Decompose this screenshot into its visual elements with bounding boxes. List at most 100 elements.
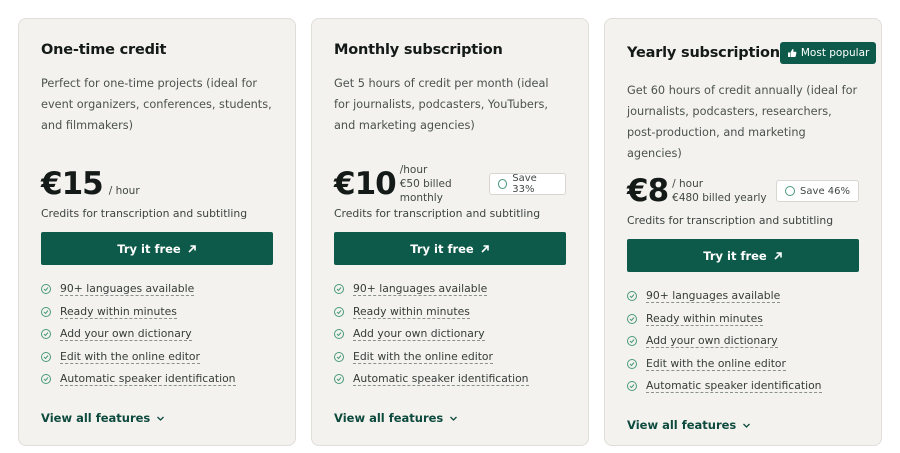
feature-label[interactable]: Add your own dictionary — [646, 334, 778, 349]
card-description: Perfect for one-time projects (ideal for… — [41, 77, 272, 132]
pricing-card-yearly: Yearly subscription Most popular Get 60 … — [604, 18, 882, 446]
price-amount: €15 — [41, 166, 104, 202]
feature-label[interactable]: Edit with the online editor — [353, 350, 493, 364]
feature-item: Automatic speaker identification — [41, 368, 273, 391]
card-description: Get 60 hours of credit annually (ideal f… — [627, 84, 858, 160]
save-label: Save 33% — [512, 173, 537, 195]
price-period: / hour — [672, 178, 704, 190]
check-circle-icon — [627, 381, 637, 392]
feature-list: 90+ languages available Ready within min… — [41, 278, 273, 391]
try-free-label: Try it free — [117, 241, 181, 256]
feature-item: 90+ languages available — [627, 285, 859, 308]
billing-note: €50 billed monthly — [399, 178, 452, 204]
billing-note: €480 billed yearly — [672, 192, 767, 204]
card-header: Yearly subscription Most popular — [627, 42, 877, 64]
arrow-up-right-icon — [774, 251, 782, 260]
chevron-down-icon — [157, 416, 165, 421]
feature-label[interactable]: Automatic speaker identification — [60, 372, 236, 387]
feature-item: Edit with the online editor — [41, 346, 273, 369]
feature-item: Automatic speaker identification — [627, 375, 859, 398]
chevron-down-icon — [743, 423, 751, 428]
check-circle-icon — [334, 374, 344, 385]
check-circle-icon — [41, 306, 51, 317]
card-header: Monthly subscription — [334, 39, 566, 61]
feature-item: Edit with the online editor — [627, 353, 859, 376]
feature-label[interactable]: Add your own dictionary — [353, 327, 485, 342]
view-all-label: View all features — [334, 411, 444, 425]
feature-label[interactable]: Ready within minutes — [60, 305, 177, 319]
feature-label[interactable]: Add your own dictionary — [60, 327, 192, 342]
credits-note: Credits for transcription and subtitling — [334, 207, 541, 220]
check-circle-icon — [41, 374, 51, 385]
feature-label[interactable]: Ready within minutes — [646, 312, 763, 326]
save-badge: Save 46% — [776, 180, 859, 202]
save-label: Save 46% — [800, 185, 850, 197]
view-all-features-link[interactable]: View all features — [627, 418, 751, 432]
price-period: / hour — [108, 185, 140, 197]
check-circle-icon — [41, 329, 51, 340]
check-circle-icon — [334, 306, 344, 317]
feature-item: 90+ languages available — [41, 278, 273, 301]
card-title: One-time credit — [41, 42, 167, 58]
pricing-card-one-time: One-time credit Perfect for one-time pro… — [18, 18, 296, 446]
coin-icon — [785, 186, 796, 196]
credits-note: Credits for transcription and subtitling — [41, 207, 248, 220]
feature-label[interactable]: Automatic speaker identification — [646, 379, 822, 394]
check-circle-icon — [334, 284, 344, 295]
most-popular-badge: Most popular — [779, 42, 877, 64]
credits-note: Credits for transcription and subtitling — [627, 214, 834, 227]
try-free-button[interactable]: Try it free — [627, 239, 859, 272]
check-circle-icon — [627, 313, 637, 324]
chevron-down-icon — [450, 416, 458, 421]
view-all-features-link[interactable]: View all features — [334, 411, 458, 425]
check-circle-icon — [627, 358, 637, 369]
feature-item: Add your own dictionary — [627, 330, 859, 353]
price-amount: €10 — [334, 166, 397, 202]
check-circle-icon — [627, 336, 637, 347]
feature-label[interactable]: Automatic speaker identification — [353, 372, 529, 387]
arrow-up-right-icon — [481, 244, 489, 253]
feature-label[interactable]: Edit with the online editor — [646, 357, 786, 371]
price-row: €10 /hour €50 billed monthly Save 33% — [334, 164, 566, 204]
card-title: Monthly subscription — [334, 42, 503, 58]
view-all-label: View all features — [627, 418, 737, 432]
feature-list: 90+ languages available Ready within min… — [627, 285, 859, 398]
price-period: /hour — [399, 164, 428, 176]
view-all-label: View all features — [41, 411, 151, 425]
card-header: One-time credit — [41, 39, 273, 61]
feature-item: Add your own dictionary — [41, 323, 273, 346]
thumbs-up-icon — [787, 49, 797, 57]
feature-item: Add your own dictionary — [334, 323, 566, 346]
feature-item: Automatic speaker identification — [334, 368, 566, 391]
feature-label[interactable]: Edit with the online editor — [60, 350, 200, 364]
card-description: Get 5 hours of credit per month (ideal f… — [334, 77, 549, 132]
view-all-features-link[interactable]: View all features — [41, 411, 165, 425]
feature-label[interactable]: 90+ languages available — [646, 289, 781, 304]
check-circle-icon — [41, 284, 51, 295]
price-row: €8 / hour €480 billed yearly Save 46% — [627, 171, 859, 211]
try-free-button[interactable]: Try it free — [41, 232, 273, 265]
price-row: €15 / hour — [41, 164, 273, 204]
feature-label[interactable]: 90+ languages available — [60, 282, 195, 297]
feature-label[interactable]: 90+ languages available — [353, 282, 488, 297]
check-circle-icon — [41, 351, 51, 362]
most-popular-label: Most popular — [800, 47, 870, 59]
try-free-label: Try it free — [410, 241, 474, 256]
try-free-label: Try it free — [703, 248, 767, 263]
feature-item: Ready within minutes — [627, 308, 859, 331]
save-badge: Save 33% — [489, 173, 566, 195]
check-circle-icon — [627, 291, 637, 302]
feature-label[interactable]: Ready within minutes — [353, 305, 470, 319]
check-circle-icon — [334, 329, 344, 340]
feature-item: Ready within minutes — [41, 301, 273, 324]
arrow-up-right-icon — [188, 244, 196, 253]
pricing-card-monthly: Monthly subscription Get 5 hours of cred… — [311, 18, 589, 446]
price-detail: /hour €50 billed monthly — [400, 163, 489, 205]
price-amount: €8 — [627, 173, 669, 209]
coin-icon — [498, 179, 508, 189]
price-detail: / hour €480 billed yearly — [672, 177, 767, 205]
card-title: Yearly subscription — [627, 45, 780, 61]
try-free-button[interactable]: Try it free — [334, 232, 566, 265]
feature-item: Edit with the online editor — [334, 346, 566, 369]
check-circle-icon — [334, 351, 344, 362]
